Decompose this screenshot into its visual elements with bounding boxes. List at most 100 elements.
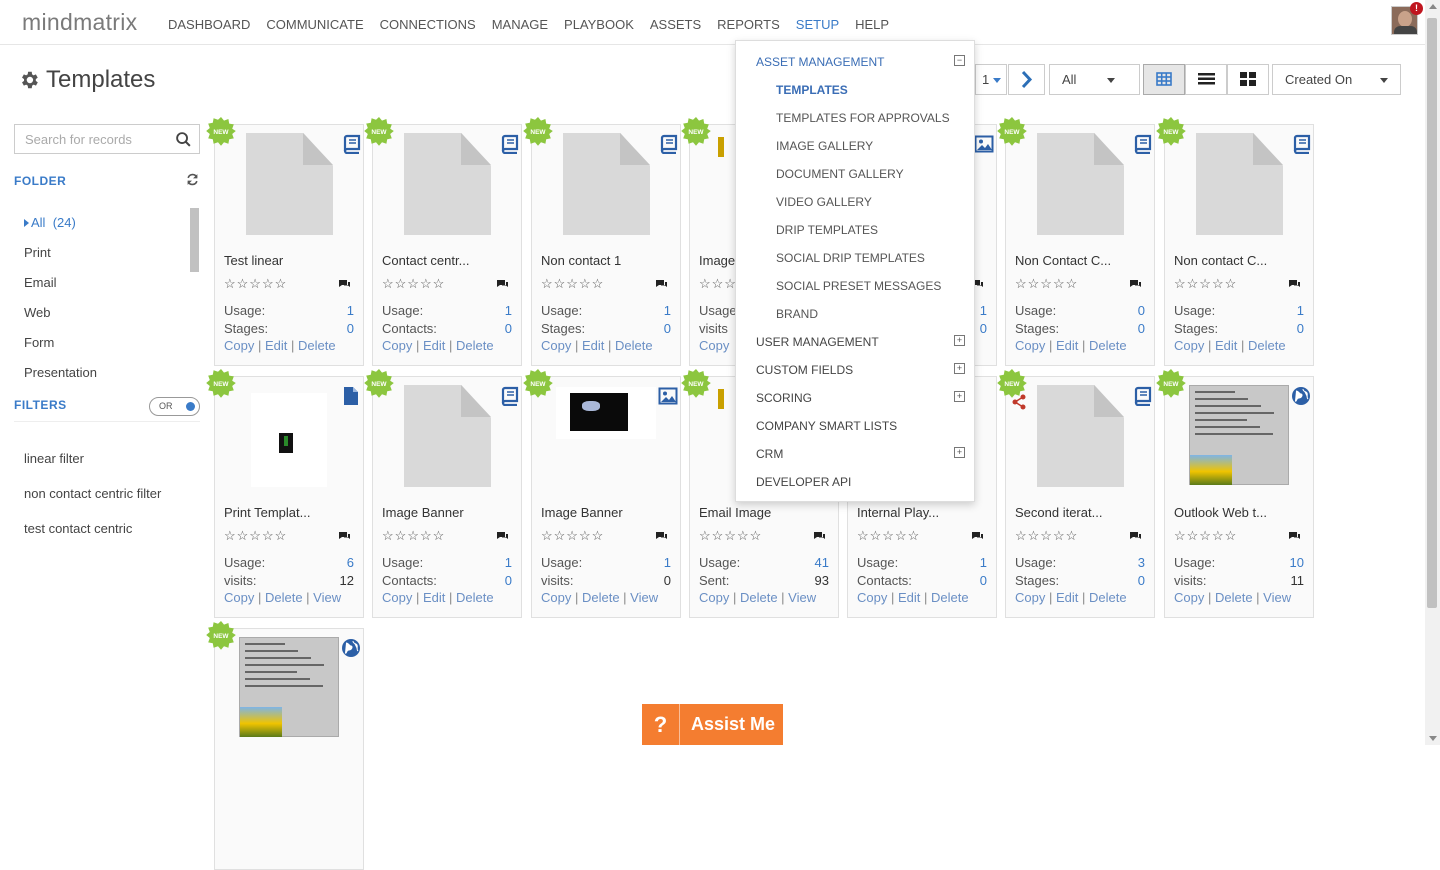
- template-card[interactable]: Outlook Web t... ☆☆☆☆☆ Usage: 10 visits: 11 Co…: [1164, 376, 1314, 618]
- rating-stars[interactable]: ☆☆☆☆☆: [1174, 528, 1237, 544]
- edit-link[interactable]: Edit: [582, 338, 604, 353]
- copy-link[interactable]: Copy: [382, 338, 412, 353]
- template-name[interactable]: Print Templat...: [224, 505, 310, 520]
- list-view-button[interactable]: [1185, 64, 1227, 95]
- comments-icon[interactable]: [496, 529, 509, 547]
- search-input[interactable]: [15, 125, 165, 153]
- template-name[interactable]: Image Banner: [541, 505, 623, 520]
- nav-reports[interactable]: REPORTS: [717, 17, 780, 32]
- sort-select[interactable]: Created On: [1272, 64, 1401, 95]
- comments-icon[interactable]: [813, 529, 826, 547]
- comments-icon[interactable]: [1288, 529, 1301, 547]
- refresh-icon[interactable]: [186, 173, 199, 189]
- delete-link[interactable]: Delete: [265, 590, 303, 605]
- rating-stars[interactable]: ☆☆☆☆☆: [382, 528, 445, 544]
- template-name[interactable]: Image: [699, 253, 735, 268]
- template-card[interactable]: Image Banner ☆☆☆☆☆ Usage: 1 Contacts: 0 Copy |…: [372, 376, 522, 618]
- copy-link[interactable]: Copy: [1174, 338, 1204, 353]
- rating-stars[interactable]: ☆☆☆☆☆: [699, 528, 762, 544]
- comments-icon[interactable]: [655, 529, 668, 547]
- menu-social-drip-templates[interactable]: SOCIAL DRIP TEMPLATES: [776, 251, 925, 265]
- menu-asset-management[interactable]: ASSET MANAGEMENT: [756, 55, 884, 69]
- delete-link[interactable]: Delete: [740, 590, 778, 605]
- template-card[interactable]: Image Banner ☆☆☆☆☆ Usage: 1 visits: 0 Copy | D…: [531, 376, 681, 618]
- rating-stars[interactable]: ☆☆☆☆☆: [857, 528, 920, 544]
- template-name[interactable]: Non Contact C...: [1015, 253, 1111, 268]
- comments-icon[interactable]: [655, 277, 668, 295]
- edit-link[interactable]: Edit: [1056, 338, 1078, 353]
- copy-link[interactable]: Copy: [541, 590, 571, 605]
- folder-email[interactable]: Email: [24, 275, 57, 290]
- template-card[interactable]: Test linear ☆☆☆☆☆ Usage: 1 Stages: 0 Copy | Ed…: [214, 124, 364, 366]
- folder-print[interactable]: Print: [24, 245, 51, 260]
- folder-all[interactable]: All (24): [24, 215, 76, 230]
- copy-link[interactable]: Copy: [224, 338, 254, 353]
- nav-assets[interactable]: ASSETS: [650, 17, 701, 32]
- template-card[interactable]: Non Contact C... ☆☆☆☆☆ Usage: 0 Stages: 0 Copy…: [1005, 124, 1155, 366]
- template-card[interactable]: Second iterat... ☆☆☆☆☆ Usage: 3 Stages: 0 Copy…: [1005, 376, 1155, 618]
- edit-link[interactable]: Edit: [265, 338, 287, 353]
- template-card[interactable]: Contact centr... ☆☆☆☆☆ Usage: 1 Contacts: 0 Co…: [372, 124, 522, 366]
- delete-link[interactable]: Delete: [1215, 590, 1253, 605]
- menu-user-management[interactable]: USER MANAGEMENT: [756, 335, 879, 349]
- menu-company-smart-lists[interactable]: COMPANY SMART LISTS: [756, 419, 897, 433]
- type-filter-select[interactable]: All: [1049, 64, 1140, 95]
- nav-dashboard[interactable]: DASHBOARD: [168, 17, 250, 32]
- comments-icon[interactable]: [1129, 277, 1142, 295]
- template-name[interactable]: Second iterat...: [1015, 505, 1102, 520]
- copy-link[interactable]: Copy: [699, 590, 729, 605]
- template-name[interactable]: Image Banner: [382, 505, 464, 520]
- menu-video-gallery[interactable]: VIDEO GALLERY: [776, 195, 872, 209]
- rating-stars[interactable]: ☆☆☆☆☆: [1015, 528, 1078, 544]
- copy-link[interactable]: Copy: [224, 590, 254, 605]
- delete-link[interactable]: Delete: [298, 338, 336, 353]
- delete-link[interactable]: Delete: [615, 338, 653, 353]
- template-name[interactable]: Non contact C...: [1174, 253, 1267, 268]
- comments-icon[interactable]: [338, 277, 351, 295]
- assist-me-button[interactable]: ? Assist Me: [642, 704, 783, 745]
- template-name[interactable]: Internal Play...: [857, 505, 939, 520]
- filter-item[interactable]: linear filter: [24, 451, 84, 466]
- menu-crm[interactable]: CRM: [756, 447, 783, 461]
- collapse-icon[interactable]: −: [954, 55, 965, 66]
- nav-manage[interactable]: MANAGE: [492, 17, 548, 32]
- nav-communicate[interactable]: COMMUNICATE: [266, 17, 363, 32]
- or-toggle[interactable]: OR: [149, 397, 200, 416]
- template-card[interactable]: Non contact C... ☆☆☆☆☆ Usage: 1 Stages: 0 Copy…: [1164, 124, 1314, 366]
- template-name[interactable]: Email Image: [699, 505, 771, 520]
- comments-icon[interactable]: [1288, 277, 1301, 295]
- rating-stars[interactable]: ☆☆☆☆☆: [224, 276, 287, 292]
- page-select[interactable]: 1: [975, 64, 1007, 95]
- template-card[interactable]: Print Templat... ☆☆☆☆☆ Usage: 6 visits: 12 Cop…: [214, 376, 364, 618]
- template-name[interactable]: Contact centr...: [382, 253, 469, 268]
- notification-badge[interactable]: !: [1410, 2, 1423, 15]
- delete-link[interactable]: Delete: [1089, 590, 1127, 605]
- tile-view-button[interactable]: [1227, 64, 1269, 95]
- delete-link[interactable]: Delete: [1089, 338, 1127, 353]
- rating-stars[interactable]: ☆☆☆☆☆: [382, 276, 445, 292]
- rating-stars[interactable]: ☆☆☆☆☆: [224, 528, 287, 544]
- menu-drip-templates[interactable]: DRIP TEMPLATES: [776, 223, 878, 237]
- view-link[interactable]: View: [630, 590, 658, 605]
- template-name[interactable]: Outlook Web t...: [1174, 505, 1267, 520]
- menu-scoring[interactable]: SCORING: [756, 391, 812, 405]
- delete-link[interactable]: Delete: [1248, 338, 1286, 353]
- template-name[interactable]: Test linear: [224, 253, 283, 268]
- template-name[interactable]: Non contact 1: [541, 253, 621, 268]
- nav-setup[interactable]: SETUP: [796, 17, 839, 32]
- copy-link[interactable]: Copy: [1015, 338, 1045, 353]
- edit-link[interactable]: Edit: [423, 590, 445, 605]
- folder-form[interactable]: Form: [24, 335, 54, 350]
- copy-link[interactable]: Copy: [541, 338, 571, 353]
- view-link[interactable]: View: [788, 590, 816, 605]
- grid-view-button[interactable]: [1143, 64, 1185, 95]
- view-link[interactable]: View: [1263, 590, 1291, 605]
- delete-link[interactable]: Delete: [582, 590, 620, 605]
- menu-document-gallery[interactable]: DOCUMENT GALLERY: [776, 167, 904, 181]
- copy-link[interactable]: Copy: [1015, 590, 1045, 605]
- rating-stars[interactable]: ☆☆☆☆☆: [1174, 276, 1237, 292]
- next-page-button[interactable]: [1008, 64, 1045, 95]
- scrollbar-thumb[interactable]: [1427, 18, 1437, 608]
- template-card[interactable]: [214, 628, 364, 870]
- rating-stars[interactable]: ☆☆☆☆☆: [541, 276, 604, 292]
